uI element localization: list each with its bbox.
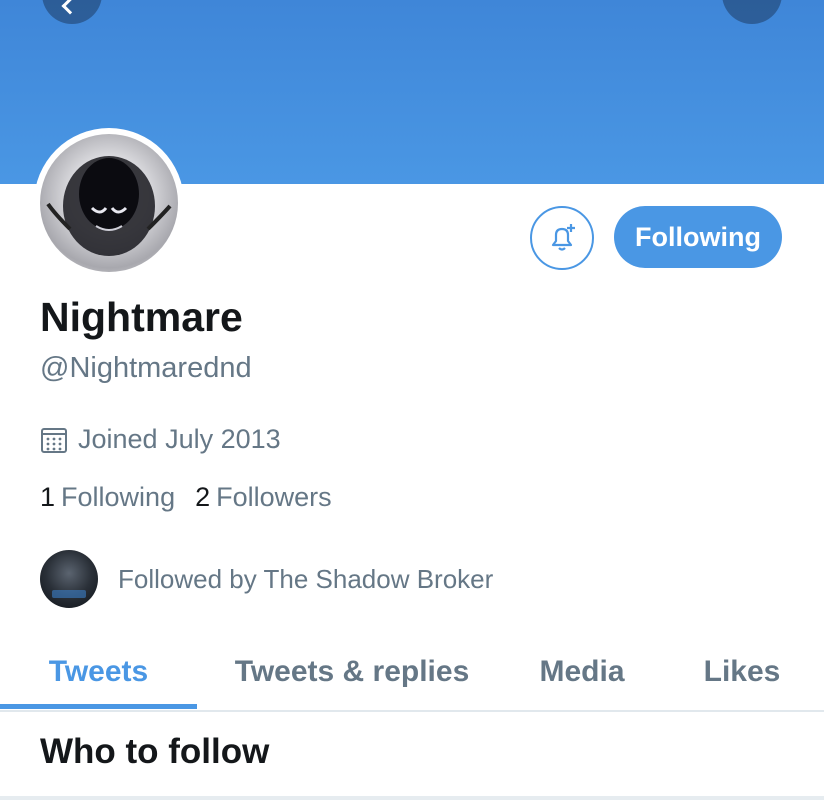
chevron-left-icon [61,0,79,15]
followers-count: 2 [195,482,211,512]
handle: @Nightmarednd [40,352,252,384]
bell-plus-icon [551,224,575,251]
tab-likes[interactable]: Likes [672,634,812,710]
back-button[interactable] [42,0,102,24]
tab-tweets[interactable]: Tweets [0,634,197,710]
following-label: Following [61,482,176,512]
profile-tabs: Tweets Tweets & replies Media Likes [0,634,824,712]
follow-stats: 1 Following 2 Followers [40,482,332,513]
follower-avatar [40,550,98,608]
more-button[interactable] [722,0,782,24]
joined-date: Joined July 2013 [40,424,281,455]
following-count: 1 [40,482,56,512]
active-tab-indicator [0,704,197,709]
joined-label: Joined July 2013 [78,424,281,454]
profile-avatar[interactable] [34,128,184,278]
following-stat[interactable]: 1 Following [40,482,175,513]
who-to-follow-title: Who to follow [40,732,270,771]
tab-media[interactable]: Media [512,634,652,710]
calendar-icon [41,427,67,453]
notifications-button[interactable] [530,206,594,270]
followed-by-text: Followed by The Shadow Broker [118,563,494,594]
section-divider [0,796,824,800]
display-name: Nightmare [40,294,243,340]
avatar-image [40,134,178,272]
followers-label: Followers [216,482,332,512]
followed-by[interactable]: Followed by The Shadow Broker [40,550,493,608]
followers-stat[interactable]: 2 Followers [195,482,332,513]
tab-tweets-replies[interactable]: Tweets & replies [205,634,499,710]
following-button[interactable]: Following [614,206,782,268]
